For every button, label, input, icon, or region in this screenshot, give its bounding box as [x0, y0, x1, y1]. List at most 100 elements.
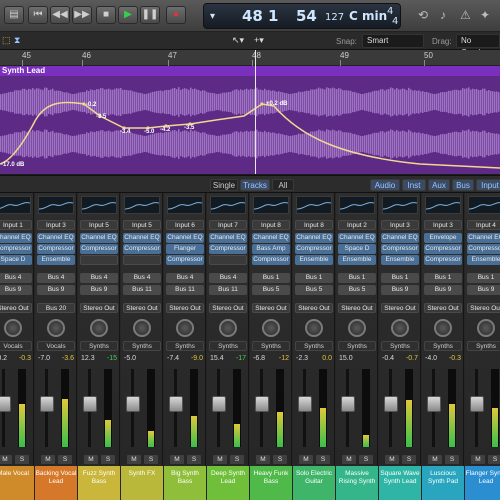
- peak-value[interactable]: -15: [107, 353, 117, 364]
- pan-knob[interactable]: [133, 319, 151, 337]
- track-name[interactable]: Heavy Funk Bass: [250, 466, 292, 500]
- send-slot[interactable]: Bus 1: [295, 273, 333, 283]
- audio-fx-slot[interactable]: [80, 255, 118, 265]
- send-slot[interactable]: Bus 9: [80, 285, 118, 295]
- volume-fader[interactable]: [255, 396, 269, 413]
- mute-button[interactable]: M: [0, 455, 12, 464]
- peak-value[interactable]: -0.3: [449, 353, 461, 364]
- audio-fx-slot[interactable]: Flanger: [166, 244, 204, 254]
- send-slot[interactable]: Bus 4: [37, 273, 75, 283]
- volume-fader[interactable]: [40, 396, 54, 413]
- metronome-icon[interactable]: ⚠: [460, 8, 471, 22]
- mute-button[interactable]: M: [213, 455, 227, 464]
- pan-knob[interactable]: [305, 319, 323, 337]
- volume-value[interactable]: -0.2: [0, 353, 7, 364]
- audio-fx-slot[interactable]: Space D: [0, 255, 32, 265]
- pan-knob[interactable]: [391, 319, 409, 337]
- solo-button[interactable]: S: [359, 455, 373, 464]
- volume-fader[interactable]: [298, 396, 312, 413]
- tuner-icon[interactable]: ♪: [440, 8, 446, 22]
- send-slot[interactable]: Bus 9: [0, 285, 32, 295]
- eq-thumbnail[interactable]: [296, 196, 332, 214]
- audio-fx-slot[interactable]: Channel EQ: [467, 233, 500, 243]
- pan-knob[interactable]: [90, 319, 108, 337]
- send-slot[interactable]: Bus 5: [295, 285, 333, 295]
- mute-button[interactable]: M: [84, 455, 98, 464]
- track-name[interactable]: Flanger Synth Lead: [465, 466, 500, 500]
- input-slot[interactable]: Input 5: [80, 220, 118, 230]
- solo-button[interactable]: S: [402, 455, 416, 464]
- group-slot[interactable]: Synths: [209, 341, 247, 351]
- group-slot[interactable]: Synths: [252, 341, 290, 351]
- send-slot[interactable]: Bus 4: [209, 273, 247, 283]
- view-single-button[interactable]: Single: [210, 179, 238, 191]
- peak-value[interactable]: -3.6: [62, 353, 74, 364]
- send-slot[interactable]: Bus 1: [381, 273, 419, 283]
- send-slot[interactable]: Bus 4: [80, 273, 118, 283]
- mute-button[interactable]: M: [471, 455, 485, 464]
- pan-knob[interactable]: [176, 319, 194, 337]
- solo-button[interactable]: S: [187, 455, 201, 464]
- eq-thumbnail[interactable]: [38, 196, 74, 214]
- track-name[interactable]: Big Synth Bass: [164, 466, 206, 500]
- mute-button[interactable]: M: [299, 455, 313, 464]
- output-slot[interactable]: Stereo Out: [338, 303, 376, 313]
- audio-fx-slot[interactable]: Channel EQ: [166, 233, 204, 243]
- playhead[interactable]: [255, 50, 256, 174]
- group-slot[interactable]: Synths: [123, 341, 161, 351]
- eq-thumbnail[interactable]: [210, 196, 246, 214]
- audio-fx-slot[interactable]: Ensemble: [467, 255, 500, 265]
- track-name[interactable]: Synth FX: [121, 466, 163, 500]
- volume-fader[interactable]: [341, 396, 355, 413]
- output-slot[interactable]: Stereo Out: [295, 303, 333, 313]
- solo-button[interactable]: S: [316, 455, 330, 464]
- forward-icon[interactable]: ▶▶: [72, 6, 92, 24]
- volume-value[interactable]: -7.0: [38, 353, 50, 364]
- group-slot[interactable]: Synths: [381, 341, 419, 351]
- pan-knob[interactable]: [219, 319, 237, 337]
- group-slot[interactable]: Synths: [80, 341, 118, 351]
- group-slot[interactable]: Synths: [467, 341, 500, 351]
- volume-value[interactable]: -2.3: [296, 353, 308, 364]
- input-slot[interactable]: Input 1: [0, 220, 32, 230]
- audio-fx-slot[interactable]: Channel EQ: [295, 233, 333, 243]
- input-slot[interactable]: Input 8: [295, 220, 333, 230]
- output-slot[interactable]: Stereo Out: [209, 303, 247, 313]
- audio-fx-slot[interactable]: Ensemble: [381, 255, 419, 265]
- track-name[interactable]: Male Vocal: [0, 466, 34, 500]
- audio-fx-slot[interactable]: Space D: [338, 244, 376, 254]
- audio-fx-slot[interactable]: Compressor: [209, 244, 247, 254]
- stop-icon[interactable]: ■: [96, 6, 116, 24]
- record-icon[interactable]: ●: [166, 6, 186, 24]
- audio-fx-slot[interactable]: Ensemble: [37, 255, 75, 265]
- filter-bus-button[interactable]: Bus: [452, 179, 474, 191]
- eq-thumbnail[interactable]: [253, 196, 289, 214]
- audio-region[interactable]: -0.2 -3.5 -3.4 -5.0 -4.2 -3.5 +0.2 dB -1…: [0, 76, 500, 174]
- audio-fx-slot[interactable]: Channel EQ: [80, 233, 118, 243]
- send-slot[interactable]: Bus 5: [252, 285, 290, 295]
- eq-thumbnail[interactable]: [167, 196, 203, 214]
- volume-value[interactable]: 12.3: [81, 353, 95, 364]
- output-slot[interactable]: Stereo Out: [381, 303, 419, 313]
- lcd-display[interactable]: ▾ 48 1 54 127 C min 4 4: [203, 3, 401, 29]
- count-in-icon[interactable]: ✦: [480, 8, 490, 22]
- group-slot[interactable]: Synths: [166, 341, 204, 351]
- eq-thumbnail[interactable]: [339, 196, 375, 214]
- input-slot[interactable]: Input 6: [166, 220, 204, 230]
- pan-knob[interactable]: [348, 319, 366, 337]
- audio-fx-slot[interactable]: Compressor: [123, 244, 161, 254]
- filter-audio-button[interactable]: Audio: [370, 179, 400, 191]
- audio-fx-slot[interactable]: Compressor: [424, 244, 462, 254]
- group-slot[interactable]: Vocals: [37, 341, 75, 351]
- input-slot[interactable]: Input 7: [209, 220, 247, 230]
- input-slot[interactable]: Input 3: [381, 220, 419, 230]
- output-slot[interactable]: Stereo Out: [252, 303, 290, 313]
- solo-button[interactable]: S: [58, 455, 72, 464]
- send-slot[interactable]: Bus 4: [0, 273, 32, 283]
- audio-fx-slot[interactable]: [209, 255, 247, 265]
- input-slot[interactable]: Input 3: [37, 220, 75, 230]
- track-name[interactable]: Luscious Synth Pad: [422, 466, 464, 500]
- eq-thumbnail[interactable]: [382, 196, 418, 214]
- volume-value[interactable]: -0.4: [382, 353, 394, 364]
- eq-thumbnail[interactable]: [81, 196, 117, 214]
